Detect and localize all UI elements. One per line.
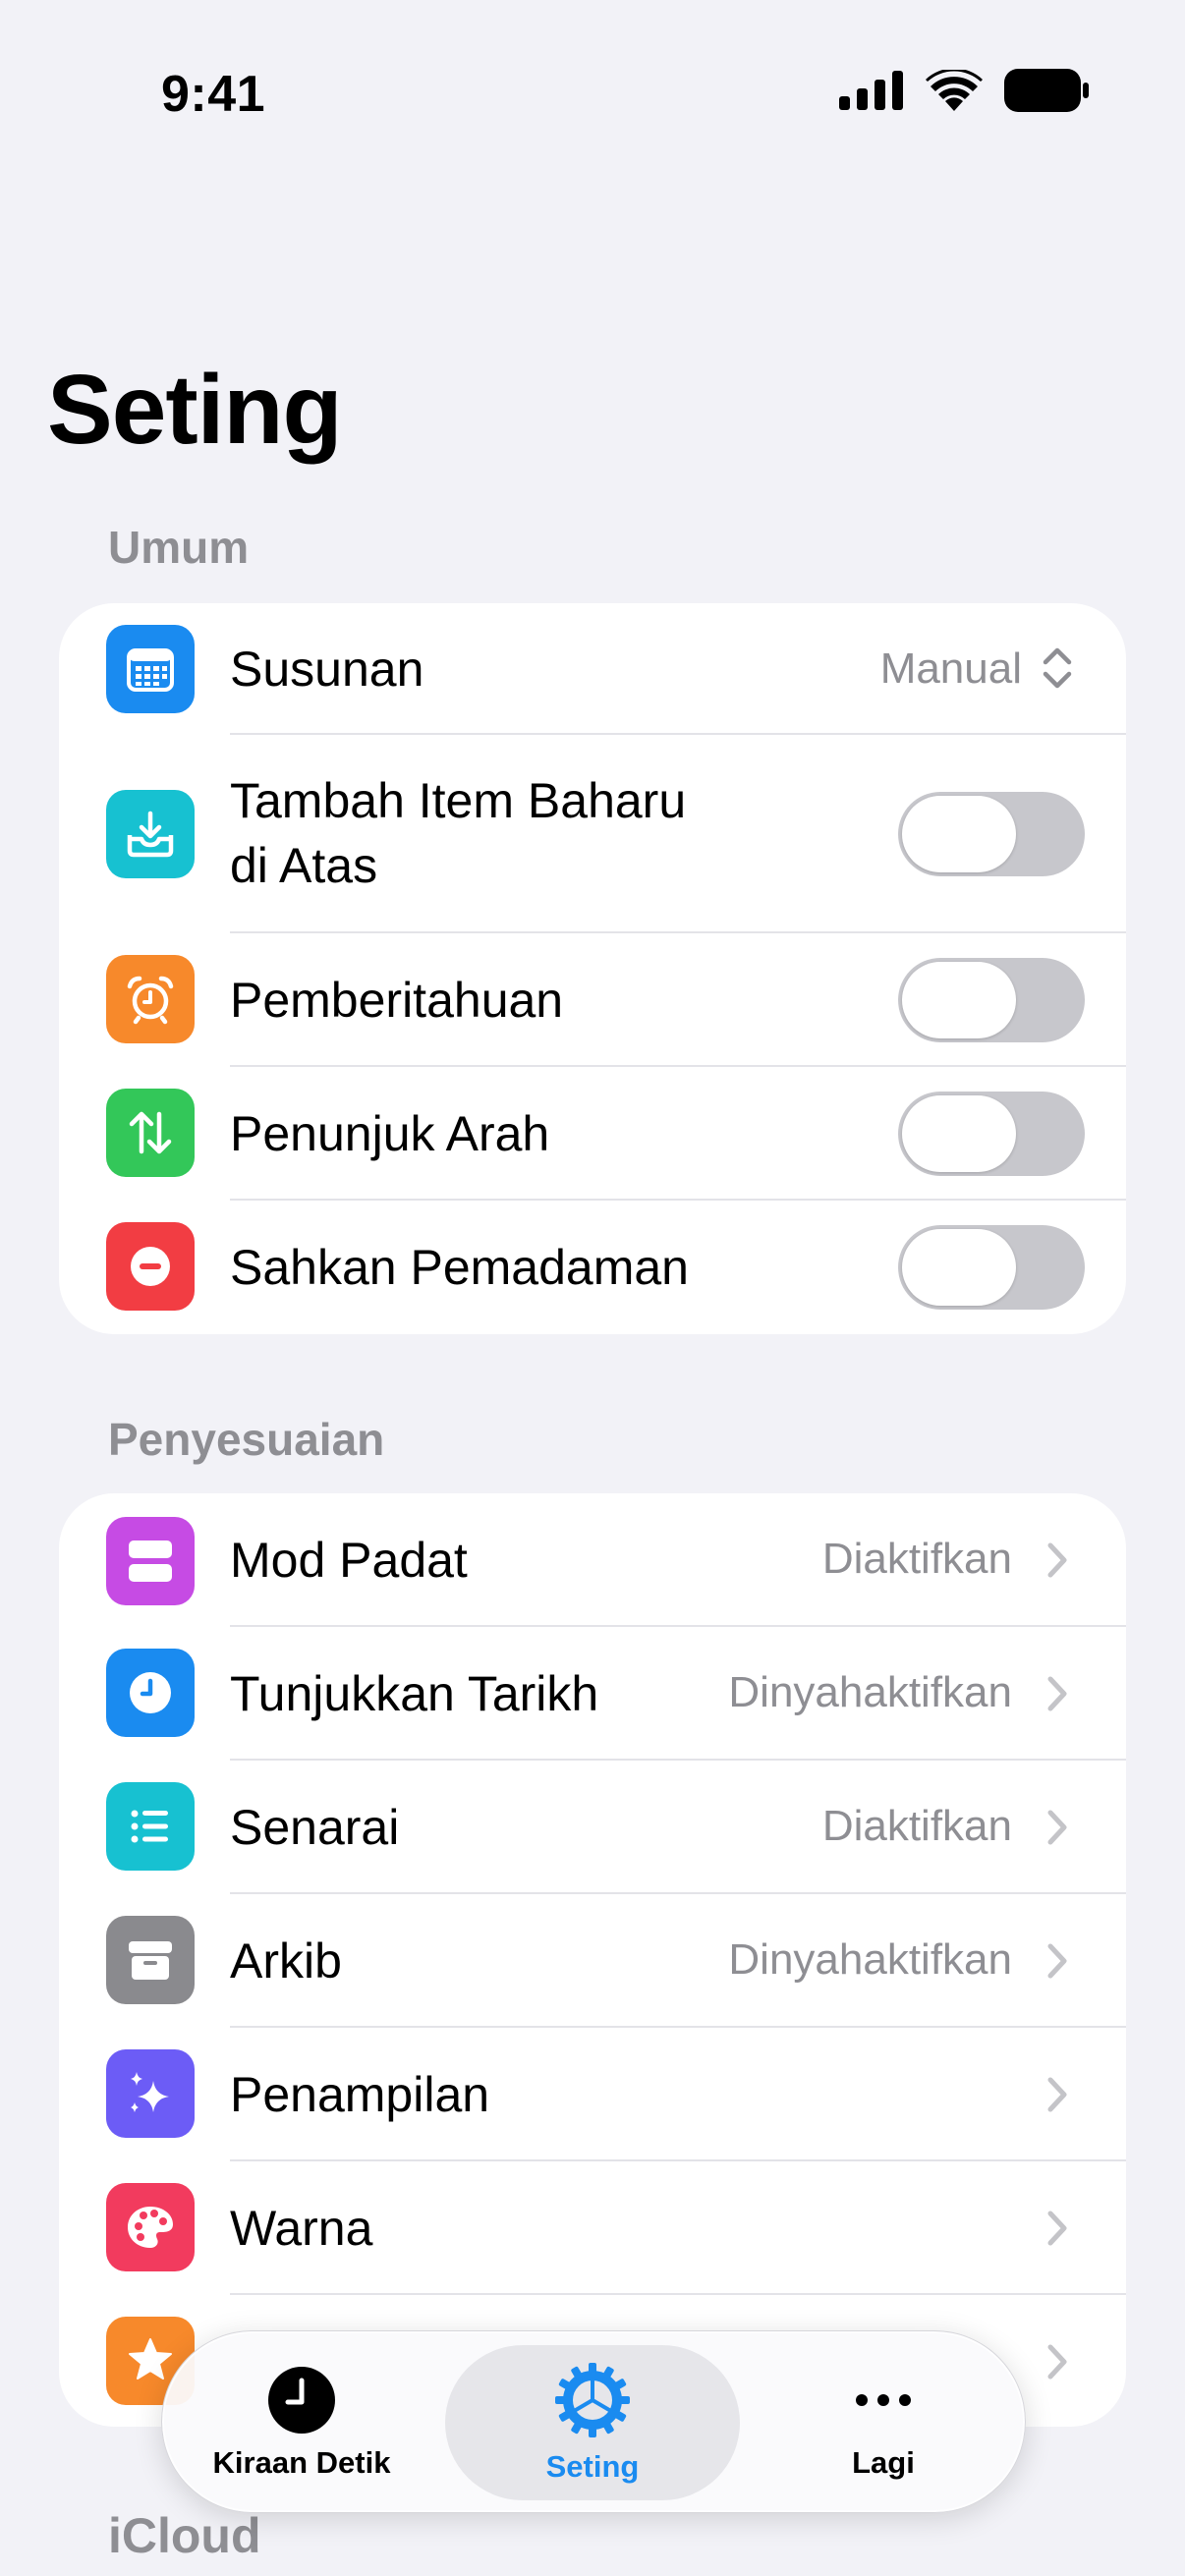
list-icon bbox=[106, 1782, 195, 1871]
battery-icon bbox=[1004, 69, 1089, 112]
row-notifications[interactable]: Pemberitahuan bbox=[59, 933, 1126, 1067]
row-value: Diaktifkan bbox=[821, 1535, 1012, 1583]
more-ellipsis-icon bbox=[856, 2394, 911, 2406]
tab-countdown[interactable]: Kiraan Detik bbox=[176, 2345, 427, 2500]
chevron-right-icon bbox=[1047, 1943, 1067, 1979]
general-group: Susunan Manual Tambah Item Baharu di Ata… bbox=[59, 603, 1126, 1334]
tab-more[interactable]: Lagi bbox=[758, 2345, 1009, 2500]
tab-label: Seting bbox=[545, 2449, 640, 2484]
row-archive[interactable]: Arkib Dinyahaktifkan bbox=[59, 1894, 1126, 2028]
inbox-tray-download-icon bbox=[106, 790, 195, 878]
direction-indicator-toggle[interactable] bbox=[898, 1092, 1085, 1176]
row-confirm-delete[interactable]: Sahkan Pemadaman bbox=[59, 1201, 1126, 1334]
section-header-general: Umum bbox=[108, 522, 250, 573]
notifications-toggle[interactable] bbox=[898, 958, 1085, 1042]
arrows-up-down-icon bbox=[106, 1089, 195, 1177]
confirm-delete-toggle[interactable] bbox=[898, 1225, 1085, 1310]
screen: 9:41 Seting Umum Susunan Manual Tambah I… bbox=[0, 0, 1185, 2576]
tab-bar: Kiraan Detik Seting Lagi bbox=[161, 2330, 1026, 2513]
wifi-icon bbox=[926, 70, 983, 111]
customization-group: Mod Padat Diaktifkan Tunjukkan Tarikh Di… bbox=[59, 1493, 1126, 2427]
row-label: Susunan bbox=[230, 642, 424, 697]
row-label: Warna bbox=[230, 2201, 373, 2256]
tab-label: Lagi bbox=[852, 2445, 915, 2480]
sparkles-icon bbox=[106, 2049, 195, 2138]
row-value: Dinyahaktifkan bbox=[728, 1935, 1012, 1984]
chevron-right-icon bbox=[1047, 2211, 1067, 2246]
toggle-knob bbox=[902, 962, 1016, 1038]
alarm-clock-icon bbox=[106, 955, 195, 1043]
row-label: Mod Padat bbox=[230, 1533, 468, 1588]
row-color[interactable]: Warna bbox=[59, 2161, 1126, 2295]
section-header-customization: Penyesuaian bbox=[108, 1414, 385, 1465]
row-label: Arkib bbox=[230, 1933, 342, 1988]
gear-icon bbox=[555, 2363, 630, 2437]
chevron-right-icon bbox=[1047, 1676, 1067, 1711]
tab-label: Kiraan Detik bbox=[212, 2445, 391, 2480]
row-label: Senarai bbox=[230, 1800, 400, 1855]
clock-icon bbox=[268, 2367, 335, 2434]
row-label-line2: di Atas bbox=[230, 838, 378, 893]
chevron-right-icon bbox=[1047, 1810, 1067, 1845]
palette-icon bbox=[106, 2183, 195, 2271]
chevron-up-down-icon bbox=[1043, 647, 1072, 689]
page-title: Seting bbox=[47, 355, 343, 465]
row-label-line1: Tambah Item Baharu bbox=[230, 773, 687, 828]
row-arrangement[interactable]: Susunan Manual bbox=[59, 603, 1126, 735]
toggle-knob bbox=[902, 796, 1016, 872]
clock-icon bbox=[106, 1649, 195, 1737]
row-label: Pemberitahuan bbox=[230, 973, 564, 1028]
row-label: Sahkan Pemadaman bbox=[230, 1240, 689, 1295]
row-label: Penunjuk Arah bbox=[230, 1106, 550, 1161]
chevron-right-icon bbox=[1047, 1542, 1067, 1578]
calendar-grid-icon bbox=[106, 625, 195, 713]
add-items-top-toggle[interactable] bbox=[898, 792, 1085, 876]
status-icons bbox=[839, 69, 1089, 112]
toggle-knob bbox=[902, 1095, 1016, 1172]
row-label: Penampilan bbox=[230, 2067, 490, 2122]
row-show-date[interactable]: Tunjukkan Tarikh Dinyahaktifkan bbox=[59, 1627, 1126, 1761]
minus-circle-icon bbox=[106, 1222, 195, 1311]
toggle-knob bbox=[902, 1229, 1016, 1306]
row-add-new-items-top[interactable]: Tambah Item Baharu di Atas bbox=[59, 735, 1126, 933]
arrangement-value: Manual bbox=[879, 644, 1022, 693]
row-list[interactable]: Senarai Diaktifkan bbox=[59, 1761, 1126, 1894]
row-appearance[interactable]: Penampilan bbox=[59, 2028, 1126, 2161]
row-value: Dinyahaktifkan bbox=[728, 1668, 1012, 1716]
cellular-signal-icon bbox=[839, 71, 903, 110]
tab-settings[interactable]: Seting bbox=[445, 2345, 740, 2500]
stacked-rows-icon bbox=[106, 1517, 195, 1605]
status-time: 9:41 bbox=[161, 66, 266, 123]
chevron-right-icon bbox=[1047, 2344, 1067, 2380]
chevron-right-icon bbox=[1047, 2077, 1067, 2112]
row-direction-indicator[interactable]: Penunjuk Arah bbox=[59, 1067, 1126, 1201]
row-value: Diaktifkan bbox=[821, 1802, 1012, 1850]
archive-box-icon bbox=[106, 1916, 195, 2004]
row-label: Tunjukkan Tarikh bbox=[230, 1666, 599, 1721]
section-header-icloud: iCloud bbox=[108, 2508, 261, 2563]
row-compact-mode[interactable]: Mod Padat Diaktifkan bbox=[59, 1493, 1126, 1627]
